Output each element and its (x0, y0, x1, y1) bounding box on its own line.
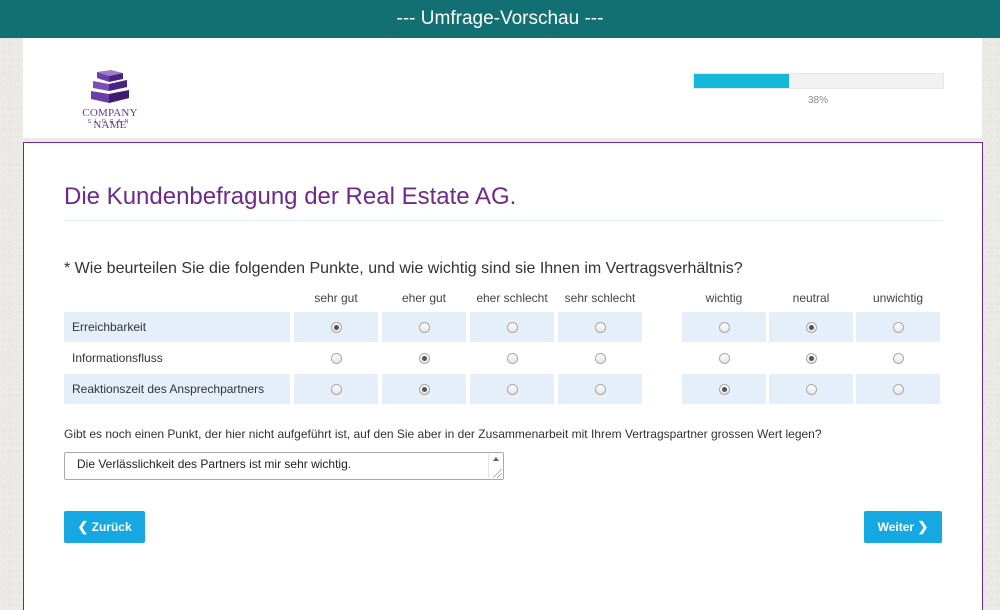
rating-radio[interactable] (418, 383, 430, 395)
rating-option-cell (470, 343, 554, 373)
rating-radio[interactable] (594, 321, 606, 333)
matrix-row-label: Informationsfluss (72, 351, 163, 365)
rating-column-header: eher gut (401, 291, 447, 305)
rating-column-header: eher schlecht (476, 291, 548, 305)
rating-radio[interactable] (418, 352, 430, 364)
open-answer-text: Die Verlässlichkeit des Partners ist mir… (77, 457, 352, 471)
importance-radio[interactable] (718, 352, 730, 364)
survey-panel: Die Kundenbefragung der Real Estate AG. … (23, 142, 983, 610)
importance-column-header: neutral (792, 291, 830, 305)
scroll-up-icon[interactable] (493, 457, 499, 461)
importance-option-cell (856, 374, 940, 404)
title-divider (64, 220, 943, 221)
rating-option-cell (294, 312, 378, 342)
back-button[interactable]: ❮ Zurück (64, 511, 145, 543)
rating-radio[interactable] (506, 383, 518, 395)
rating-option-cell (382, 343, 466, 373)
importance-option-cell (682, 374, 766, 404)
rating-column-header: sehr schlecht (564, 291, 636, 305)
importance-column-header: unwichtig (872, 291, 924, 305)
rating-option-cell (382, 312, 466, 342)
preview-title: --- Umfrage-Vorschau --- (396, 8, 604, 29)
survey-title: Die Kundenbefragung der Real Estate AG. (64, 183, 517, 210)
rating-option-cell (558, 374, 642, 404)
importance-radio[interactable] (805, 352, 817, 364)
progress-fill (694, 74, 789, 88)
importance-option-cell (769, 374, 853, 404)
importance-column-header: wichtig (705, 291, 743, 305)
chevron-left-icon: ❮ (77, 519, 89, 534)
matrix-row-label: Erreichbarkeit (72, 320, 147, 334)
importance-option-cell (856, 312, 940, 342)
survey-header: COMPANY NAME SLOGAN 38% (23, 38, 982, 138)
rating-radio[interactable] (330, 383, 342, 395)
preview-title-bar: --- Umfrage-Vorschau --- (0, 0, 1000, 38)
importance-radio[interactable] (892, 383, 904, 395)
progress-bar (693, 73, 944, 89)
back-button-label: Zurück (91, 520, 132, 534)
company-logo: COMPANY NAME SLOGAN (65, 68, 155, 131)
rating-option-cell (294, 343, 378, 373)
importance-option-cell (682, 312, 766, 342)
matrix-row-label: Reaktionszeit des Ansprechpartners (72, 382, 265, 396)
rating-radio[interactable] (594, 352, 606, 364)
chevron-right-icon: ❯ (917, 519, 929, 534)
company-slogan: SLOGAN (87, 119, 133, 125)
rating-option-cell (558, 312, 642, 342)
rating-option-cell (558, 343, 642, 373)
rating-radio[interactable] (330, 352, 342, 364)
rating-option-cell (382, 374, 466, 404)
rating-column-header: sehr gut (314, 291, 358, 305)
importance-radio[interactable] (718, 321, 730, 333)
rating-radio[interactable] (418, 321, 430, 333)
next-button-label: Weiter (877, 520, 915, 534)
importance-radio[interactable] (892, 352, 904, 364)
progress-label: 38% (807, 95, 828, 106)
rating-option-cell (470, 374, 554, 404)
rating-radio[interactable] (506, 352, 518, 364)
rating-option-cell (294, 374, 378, 404)
rating-radio[interactable] (506, 321, 518, 333)
building-logo-icon (91, 70, 129, 103)
rating-radio[interactable] (330, 321, 342, 333)
importance-option-cell (769, 343, 853, 373)
open-question: Gibt es noch einen Punkt, der hier nicht… (64, 427, 822, 441)
importance-radio[interactable] (805, 383, 817, 395)
importance-radio[interactable] (892, 321, 904, 333)
open-answer-textarea[interactable]: Die Verlässlichkeit des Partners ist mir… (64, 452, 504, 480)
importance-radio[interactable] (805, 321, 817, 333)
importance-radio[interactable] (718, 383, 730, 395)
rating-radio[interactable] (594, 383, 606, 395)
importance-option-cell (682, 343, 766, 373)
next-button[interactable]: Weiter ❯ (864, 511, 942, 543)
importance-option-cell (856, 343, 940, 373)
rating-option-cell (470, 312, 554, 342)
resize-grip-icon[interactable] (493, 469, 502, 478)
importance-option-cell (769, 312, 853, 342)
matrix-question: * Wie beurteilen Sie die folgenden Punkt… (64, 260, 743, 277)
